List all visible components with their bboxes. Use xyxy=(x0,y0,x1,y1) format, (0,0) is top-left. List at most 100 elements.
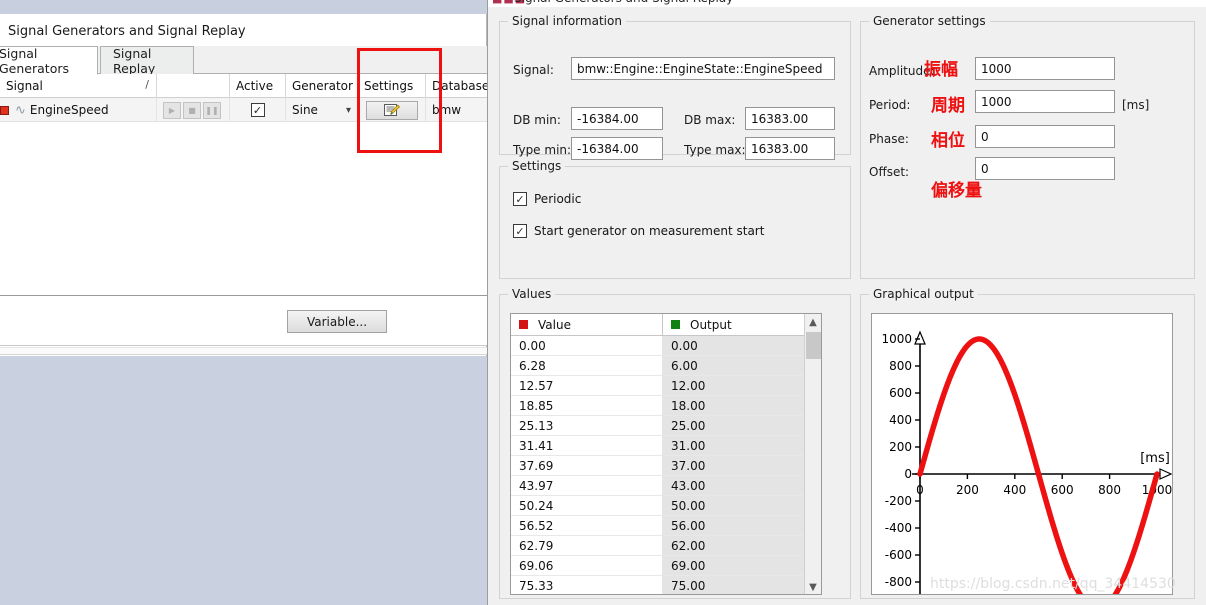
scroll-up-icon[interactable]: ▲ xyxy=(805,314,822,331)
signal-generator-settings-dialog: ■■■ Signal Generators and Signal Replay … xyxy=(487,0,1206,605)
db-max-input[interactable]: 16383.00 xyxy=(745,107,835,130)
svg-text:1000: 1000 xyxy=(881,332,912,346)
svg-text:400: 400 xyxy=(889,413,912,427)
type-min-input[interactable]: -16384.00 xyxy=(571,137,663,160)
output-cell: 56.00 xyxy=(663,516,805,535)
values-scrollbar[interactable]: ▲ ▼ xyxy=(804,314,822,594)
tab-signal-generators[interactable]: Signal Generators xyxy=(0,45,98,76)
values-row[interactable]: 12.57 12.00 xyxy=(511,376,821,396)
values-row[interactable]: 0.00 0.00 xyxy=(511,336,821,356)
phase-input[interactable]: 0 xyxy=(975,125,1115,148)
scrollbar-thumb[interactable] xyxy=(806,332,821,359)
svg-text:1000: 1000 xyxy=(1142,483,1172,497)
start-generator-checkbox[interactable]: ✓ xyxy=(513,224,527,238)
column-header-database[interactable]: Database xyxy=(426,74,487,98)
values-row[interactable]: 56.52 56.00 xyxy=(511,516,821,536)
values-row[interactable]: 31.41 31.00 xyxy=(511,436,821,456)
cell-database[interactable]: bmw xyxy=(426,98,487,122)
column-header-generator[interactable]: Generator .. xyxy=(286,74,358,98)
tab-label: Signal Generators xyxy=(0,45,69,76)
values-column-header-value[interactable]: Value xyxy=(511,314,663,335)
tab-signal-replay[interactable]: Signal Replay xyxy=(100,45,194,76)
values-column-header-output[interactable]: Output xyxy=(663,314,805,335)
tab-label: Signal Replay xyxy=(113,45,156,76)
type-max-value: 16383.00 xyxy=(751,141,809,156)
values-row[interactable]: 50.24 50.00 xyxy=(511,496,821,516)
active-checkbox[interactable]: ✓ xyxy=(250,103,265,117)
sort-indicator-icon: / xyxy=(145,78,149,91)
value-cell: 18.85 xyxy=(511,396,663,415)
period-annotation-cn: 周期 xyxy=(931,96,965,116)
values-row[interactable]: 69.06 69.00 xyxy=(511,556,821,576)
column-label: Generator .. xyxy=(292,79,358,93)
column-header-transport[interactable] xyxy=(157,74,230,98)
signal-input[interactable]: bmw::Engine::EngineState::EngineSpeed xyxy=(571,57,835,80)
values-table[interactable]: Value Output 0.00 0.00 6.28 6.00 12.57 12.00 1… xyxy=(510,313,822,595)
values-row[interactable]: 37.69 37.00 xyxy=(511,456,821,476)
svg-text:400: 400 xyxy=(1003,483,1026,497)
column-label: Signal xyxy=(6,79,43,93)
periodic-checkbox-row[interactable]: ✓ Periodic xyxy=(513,192,581,206)
offset-input[interactable]: 0 xyxy=(975,157,1115,180)
generator-settings-group: Generator settings Amplitude: 1000 振幅 Pe… xyxy=(860,14,1195,279)
cell-settings[interactable] xyxy=(358,98,426,122)
periodic-checkbox[interactable]: ✓ xyxy=(513,192,527,206)
column-header-settings[interactable]: Settings xyxy=(358,74,426,98)
cell-transport-controls[interactable]: ▶ ■ ❚❚ xyxy=(157,98,230,122)
play-icon[interactable]: ▶ xyxy=(163,101,181,119)
offset-annotation-cn: 偏移量 xyxy=(931,181,982,201)
values-row[interactable]: 6.28 6.00 xyxy=(511,356,821,376)
value-cell: 62.79 xyxy=(511,536,663,555)
scroll-down-icon[interactable]: ▼ xyxy=(805,579,822,594)
type-max-label: Type max: xyxy=(684,143,746,157)
signal-value: bmw::Engine::EngineState::EngineSpeed xyxy=(577,61,823,76)
svg-text:-800: -800 xyxy=(885,575,912,589)
settings-button[interactable] xyxy=(365,100,418,120)
amplitude-input[interactable]: 1000 xyxy=(975,57,1115,80)
values-row[interactable]: 75.33 75.00 xyxy=(511,576,821,594)
amplitude-value: 1000 xyxy=(981,61,1012,76)
database-value: bmw xyxy=(432,103,462,117)
values-row[interactable]: 43.97 43.00 xyxy=(511,476,821,496)
pause-icon[interactable]: ❚❚ xyxy=(203,101,221,119)
stop-icon[interactable]: ■ xyxy=(183,101,201,119)
svg-text:800: 800 xyxy=(1098,483,1121,497)
svg-text:[ms]: [ms] xyxy=(1140,451,1170,466)
value-cell: 31.41 xyxy=(511,436,663,455)
db-min-input[interactable]: -16384.00 xyxy=(571,107,663,130)
variable-button[interactable]: Variable... xyxy=(287,310,387,333)
table-row[interactable]: ∿ EngineSpeed ▶ ■ ❚❚ ✓ Sine ▾ bmw xyxy=(0,98,487,122)
signal-label: Signal: xyxy=(513,63,554,77)
values-row[interactable]: 18.85 18.00 xyxy=(511,396,821,416)
sine-wave-icon: ∿ xyxy=(15,102,26,118)
output-cell: 37.00 xyxy=(663,456,805,475)
period-input[interactable]: 1000 xyxy=(975,90,1115,113)
dialog-body: Signal information Signal: bmw::Engine::… xyxy=(488,7,1206,605)
amplitude-annotation-cn: 振幅 xyxy=(924,60,958,80)
svg-text:-400: -400 xyxy=(885,521,912,535)
start-on-measurement-checkbox-row[interactable]: ✓ Start generator on measurement start xyxy=(513,224,764,238)
values-row[interactable]: 25.13 25.00 xyxy=(511,416,821,436)
values-row[interactable]: 62.79 62.00 xyxy=(511,536,821,556)
group-legend: Settings xyxy=(508,159,566,173)
signal-generators-table: Signal / Active Generator .. Settings Da… xyxy=(0,74,487,296)
cell-active[interactable]: ✓ xyxy=(230,98,286,122)
app-icon: ■■■ xyxy=(492,0,525,6)
period-value: 1000 xyxy=(981,94,1012,109)
watermark-text: https://blog.csdn.net/qq_34414530 xyxy=(930,576,1176,592)
cell-generator[interactable]: Sine ▾ xyxy=(286,98,358,122)
value-cell: 50.24 xyxy=(511,496,663,515)
column-label: Value xyxy=(538,317,571,332)
type-max-input[interactable]: 16383.00 xyxy=(745,137,835,160)
column-label: Active xyxy=(236,79,274,93)
value-cell: 6.28 xyxy=(511,356,663,375)
cell-signal[interactable]: ∿ EngineSpeed xyxy=(0,98,157,122)
column-header-active[interactable]: Active xyxy=(230,74,286,98)
window-splitter[interactable] xyxy=(0,347,487,355)
chevron-down-icon[interactable]: ▾ xyxy=(346,105,351,116)
dialog-title-bar[interactable]: ■■■ Signal Generators and Signal Replay xyxy=(488,0,1206,7)
offset-value: 0 xyxy=(981,161,989,176)
signal-generators-window: Signal Generators and Signal Replay Sign… xyxy=(0,0,487,605)
column-header-signal[interactable]: Signal / xyxy=(0,74,157,98)
output-cell: 43.00 xyxy=(663,476,805,495)
